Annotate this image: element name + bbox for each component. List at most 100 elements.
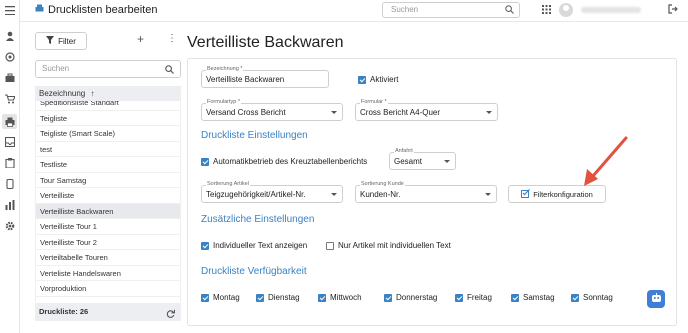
checkbox-checked-icon [201,293,209,302]
nur-artikel-label: Nur Artikel mit individuellen Text [338,241,451,250]
anfahrt-value: Gesamt [394,157,423,166]
top-bar: Drucklisten bearbeiten Suchen [20,0,688,22]
aktiviert-checkbox[interactable]: Aktiviert [358,75,398,84]
target-icon[interactable] [4,51,15,62]
filter-config-icon [521,188,531,200]
nav-rail [0,0,20,333]
form-card: Bezeichnung * Verteilliste Backwaren Akt… [187,58,677,326]
checkbox-checked-icon [571,293,579,302]
anfahrt-select[interactable]: Anfahrt Gesamt [389,148,456,170]
checkbox-checked-icon [201,157,209,166]
printer-icon [35,4,44,16]
section-druckliste-einstellungen: Druckliste Einstellungen [201,130,308,141]
formular-value: Cross Bericht A4-Quer [360,108,441,117]
chart-icon[interactable] [4,199,15,210]
anfahrt-label: Anfahrt [394,148,414,155]
more-vert-icon[interactable]: ⋮ [167,33,177,44]
sort-arrow-up-icon: ↑ [90,89,95,98]
day-label: Montag [213,293,240,302]
column-header-bezeichnung[interactable]: Bezeichnung ↑ [35,86,181,101]
list-item[interactable]: Teigliste (Smart Scale) [36,126,180,142]
filter-icon [46,36,55,46]
list-item[interactable]: test [36,142,180,157]
apps-grid-icon[interactable] [542,4,551,16]
automatikbetrieb-label: Automatikbetrieb des Kreuztabellenberich… [213,157,368,166]
checkbox-unchecked-icon [326,241,334,250]
day-label: Samstag [523,293,555,302]
bezeichnung-value: Verteilliste Backwaren [206,75,285,84]
logout-icon[interactable] [668,4,678,16]
formular-select[interactable]: Formular * Cross Bericht A4-Quer [355,99,498,121]
checkbox-checked-icon [384,293,392,302]
day-checkbox-montag[interactable]: Montag [201,293,240,302]
list-item[interactable]: Verteiltabelle Touren [36,250,180,266]
list-item[interactable]: Teigliste [36,111,180,126]
app-title-text: Drucklisten bearbeiten [48,4,158,16]
refresh-icon[interactable] [166,307,176,325]
inbox-icon[interactable] [4,136,15,147]
formulartyp-select[interactable]: Formulartyp * Versand Cross Bericht [201,99,343,121]
list-item[interactable]: Vorproduktion [36,281,180,297]
briefcase-icon[interactable] [4,72,15,83]
nur-artikel-checkbox[interactable]: Nur Artikel mit individuellen Text [326,241,451,250]
search-icon [505,5,514,19]
settings-icon[interactable] [4,220,15,231]
search-placeholder: Suchen [391,5,419,14]
checkbox-checked-icon [256,293,264,302]
day-checkbox-donnerstag[interactable]: Donnerstag [384,293,437,302]
list-item-selected[interactable]: Verteilliste Backwaren [36,203,180,219]
clipboard-icon[interactable] [4,157,15,168]
add-icon[interactable]: + [137,32,144,46]
chevron-down-icon [486,111,492,114]
day-label: Freitag [467,293,492,302]
day-checkbox-dienstag[interactable]: Dienstag [256,293,300,302]
sortierung-artikel-select[interactable]: Sortierung Artikel Teigzugehörigkeit/Art… [201,181,343,203]
individueller-text-checkbox[interactable]: Individueller Text anzeigen [201,241,307,250]
list-pane: Filter + ⋮ Suchen Bezeichnung ↑ Speditio… [20,22,185,333]
global-search-input[interactable]: Suchen [382,2,520,18]
section-zusaetzliche-einstellungen: Zusätzliche Einstellungen [201,214,315,225]
menu-icon[interactable] [4,5,15,16]
automatikbetrieb-checkbox[interactable]: Automatikbetrieb des Kreuztabellenberich… [201,157,367,166]
list-count: Druckliste: 26 [39,307,89,316]
aktiviert-label: Aktiviert [370,75,399,84]
filterkonfiguration-button[interactable]: Filterkonfiguration [508,185,606,203]
list-search-input[interactable]: Suchen [35,60,181,78]
chat-bot-button[interactable] [647,290,665,308]
robot-icon [651,293,662,305]
filter-button[interactable]: Filter [35,32,87,50]
bezeichnung-field[interactable]: Bezeichnung * Verteilliste Backwaren [201,66,329,88]
checkbox-checked-icon [201,241,209,250]
sortierung-kunde-select[interactable]: Sortierung Kunde Kunden-Nr. [355,181,497,203]
day-label: Donnerstag [396,293,438,302]
chevron-down-icon [444,160,450,163]
list-item[interactable]: Verteilliste Tour 1 [36,219,180,235]
printer-icon[interactable] [2,114,17,129]
day-checkbox-sonntag[interactable]: Sonntag [571,293,613,302]
chevron-down-icon [485,193,491,196]
avatar[interactable] [559,3,573,17]
list-item[interactable]: Verteliste Handelswaren [36,266,180,281]
checkbox-checked-icon [455,293,463,302]
list-item[interactable]: Tour Samstag [36,173,180,188]
checkbox-checked-icon [318,293,326,302]
list-search-placeholder: Suchen [42,64,70,73]
user-name-blurred [581,7,641,13]
cart-icon[interactable] [4,93,15,104]
list-item[interactable]: Verteilliste Tour 2 [36,235,180,250]
day-checkbox-mittwoch[interactable]: Mittwoch [318,293,362,302]
tablet-icon[interactable] [4,178,15,189]
checkbox-checked-icon [511,293,519,302]
druckliste-list: Speditionsliste Standart Teigliste Teigl… [35,101,181,301]
day-label: Dienstag [268,293,300,302]
list-item[interactable]: Speditionsliste Standart [36,101,180,111]
list-item[interactable]: Testliste [36,157,180,173]
chevron-down-icon [331,111,337,114]
day-checkbox-samstag[interactable]: Samstag [511,293,555,302]
checkbox-checked-icon [358,75,366,84]
list-item[interactable]: Verteilliste [36,188,180,204]
day-checkbox-freitag[interactable]: Freitag [455,293,492,302]
user-icon[interactable] [4,30,15,41]
column-header-label: Bezeichnung [39,89,86,98]
sortierung-kunde-label: Sortierung Kunde [360,181,405,188]
